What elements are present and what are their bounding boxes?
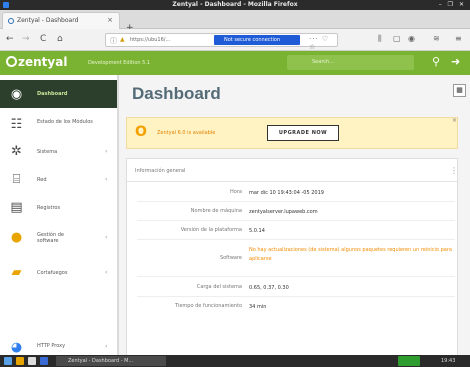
sidebar: ◉ Dashboard ☷ Estado de los Módulos ✲ Si… <box>0 75 118 355</box>
terminal-icon[interactable] <box>40 357 48 365</box>
extensions-icon[interactable]: ≋ <box>433 34 440 43</box>
firefox-icon[interactable] <box>16 357 24 365</box>
zentyal-o-icon: O <box>135 124 147 140</box>
sidebar-item-label: Estado de los Módulos <box>37 119 93 125</box>
gear-icon: ✲ <box>11 144 22 159</box>
divider <box>127 181 457 182</box>
sidebar-icon[interactable]: ▢ <box>393 34 401 43</box>
panel-title: Información general <box>135 168 186 174</box>
sidebar-item-label: Red <box>37 177 47 183</box>
upgrade-now-button[interactable]: UPGRADE NOW <box>267 125 339 141</box>
zentyal-logo[interactable]: zentyal <box>6 55 67 69</box>
row-divider <box>137 276 455 277</box>
row-divider <box>137 239 455 240</box>
window-controls[interactable]: – ❐ ✕ <box>439 0 466 10</box>
row-divider <box>137 220 455 221</box>
zentyal-header: zentyal Development Edition 5.1 Search..… <box>0 51 470 75</box>
search-icon[interactable]: ⚲ <box>432 55 440 68</box>
info-icon[interactable]: ⓘ <box>110 36 117 46</box>
navigation-bar: ← → C ⌂ ⓘ ▲ https://ubu16/... Not secure… <box>0 29 470 51</box>
warning-lock-icon[interactable]: ▲ <box>120 36 125 43</box>
chevron-left-icon: ‹ <box>105 148 108 155</box>
taskbar-item-firefox[interactable]: Zentyal - Dashboard - M... <box>56 356 166 366</box>
search-input[interactable]: Search... <box>287 55 414 70</box>
page-actions[interactable]: ··· ♡ ☆ <box>309 35 337 51</box>
edition-label: Development Edition 5.1 <box>88 60 151 66</box>
info-key: Versión de la plataforma <box>180 227 242 233</box>
url-text[interactable]: https://ubu16/... <box>130 37 170 43</box>
general-info-panel: Información general ⋮ Hora mar dic 10 19… <box>126 158 458 355</box>
chevron-left-icon: ‹ <box>105 343 108 350</box>
sidebar-item-label: Gestión de software <box>37 232 64 244</box>
start-menu-icon[interactable] <box>4 357 12 365</box>
software-updates-link[interactable]: No hay actualizaciones (de sistema) algu… <box>249 246 454 264</box>
tray-indicator-icon[interactable] <box>398 356 420 366</box>
grid-icon[interactable]: ▦ <box>453 84 466 97</box>
network-icon: ⌸ <box>12 172 21 187</box>
app-icon <box>3 2 9 8</box>
package-icon: ● <box>10 230 23 245</box>
info-key: Nombre de máquina <box>190 208 242 214</box>
main-content: Dashboard ▦ O Zentyal 6.0 is available U… <box>119 75 470 355</box>
info-value: 0.65, 0.37, 0.30 <box>249 285 289 291</box>
info-key: Tiempo de funcionamiento <box>175 303 242 309</box>
tab-close-icon[interactable]: × <box>107 16 113 24</box>
certificate-warning-badge[interactable]: Not secure connection <box>214 35 300 45</box>
library-icon[interactable]: ⫼ <box>378 34 382 44</box>
panel-menu-icon[interactable]: ⋮ <box>450 166 458 175</box>
info-key: Carga del sistema <box>196 284 242 290</box>
back-button[interactable]: ← <box>6 34 14 44</box>
tab-dashboard[interactable]: Zentyal - Dashboard × <box>2 12 120 29</box>
menu-icon[interactable]: ≡ <box>455 34 462 43</box>
upgrade-banner: O Zentyal 6.0 is available UPGRADE NOW × <box>126 117 458 149</box>
taskbar: Zentyal - Dashboard - M... 19:43 <box>0 355 470 367</box>
sidebar-item-label: Cortafuegos <box>37 270 68 276</box>
page-title: Dashboard <box>132 84 221 103</box>
proxy-icon: ◕ <box>10 340 23 355</box>
info-value: mar dic 10 19:43:04 -05 2019 <box>249 190 324 196</box>
sidebar-item-registros[interactable]: ▤ Registros <box>0 194 117 222</box>
sidebar-item-red[interactable]: ⌸ Red ‹ <box>0 166 117 194</box>
row-divider <box>137 201 455 202</box>
sidebar-item-dashboard[interactable]: ◉ Dashboard <box>0 80 117 108</box>
row-divider <box>137 296 455 297</box>
sidebar-item-modules[interactable]: ☷ Estado de los Módulos <box>0 111 117 138</box>
window-title: Zentyal - Dashboard - Mozilla Firefox <box>172 1 298 8</box>
info-value: zentyalserver.lupaweb.com <box>249 209 318 215</box>
forward-button[interactable]: → <box>22 34 30 44</box>
sidebar-item-label: HTTP Proxy <box>37 343 66 349</box>
info-value: 34 min <box>249 304 267 310</box>
files-icon[interactable] <box>28 357 36 365</box>
sidebar-item-sistema[interactable]: ✲ Sistema ‹ <box>0 138 117 166</box>
sidebar-item-software[interactable]: ● Gestión de software ‹ <box>0 222 117 254</box>
logout-icon[interactable]: ➜ <box>451 55 460 68</box>
sidebar-item-label: Dashboard <box>37 91 68 97</box>
tab-title: Zentyal - Dashboard <box>17 17 79 24</box>
clock[interactable]: 19:43 <box>441 356 455 366</box>
firewall-icon: ▰ <box>11 265 22 280</box>
tab-bar: Zentyal - Dashboard × + <box>0 10 470 33</box>
home-button[interactable]: ⌂ <box>57 34 63 44</box>
sidebar-item-label: Sistema <box>37 149 58 155</box>
chevron-left-icon: ‹ <box>105 269 108 276</box>
window-titlebar: Zentyal - Dashboard - Mozilla Firefox – … <box>0 0 470 10</box>
logs-icon: ▤ <box>10 200 23 215</box>
sidebar-item-http-proxy[interactable]: ◕ HTTP Proxy ‹ <box>0 338 117 355</box>
upgrade-message[interactable]: Zentyal 6.0 is available <box>157 130 215 136</box>
chevron-left-icon: ‹ <box>105 176 108 183</box>
close-icon[interactable]: × <box>452 117 457 124</box>
reload-button[interactable]: C <box>40 34 46 44</box>
info-key: Software <box>219 255 242 261</box>
sidebar-item-cortafuegos[interactable]: ▰ Cortafuegos ‹ <box>0 257 117 287</box>
info-key: Hora <box>230 189 242 195</box>
dashboard-icon: ◉ <box>10 87 23 102</box>
sidebar-item-label: Registros <box>37 205 61 211</box>
url-bar[interactable]: ⓘ ▲ https://ubu16/... Not secure connect… <box>105 33 338 51</box>
account-icon[interactable]: ◉ <box>408 34 415 43</box>
chevron-left-icon: ‹ <box>105 234 108 241</box>
zentyal-favicon-icon <box>8 18 14 24</box>
info-value: 5.0.14 <box>249 228 265 234</box>
modules-icon: ☷ <box>10 117 23 132</box>
zentyal-ring-icon <box>6 56 17 67</box>
